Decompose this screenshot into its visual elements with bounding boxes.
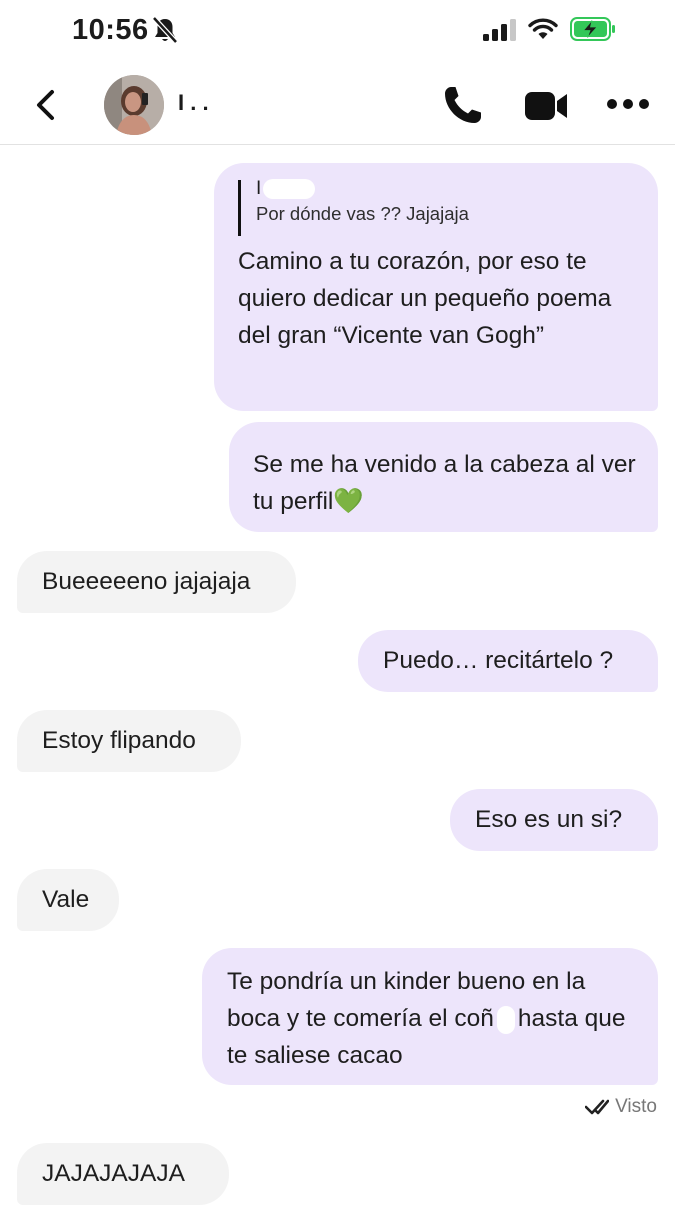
- wifi-icon: [528, 18, 558, 39]
- redaction-mask: [496, 1005, 515, 1034]
- avatar-photo: [104, 75, 164, 135]
- message-text: Camino a tu corazón, por eso te quiero d…: [238, 248, 612, 349]
- reply-author-name: I: [256, 178, 262, 199]
- chat-header: I . .: [0, 62, 675, 145]
- battery-charging-icon: [570, 17, 615, 41]
- cellular-signal-icon: [483, 19, 516, 41]
- reply-quote-bar: [238, 180, 241, 236]
- message-text: Estoy flipando: [42, 727, 196, 754]
- more-options-icon[interactable]: [606, 98, 650, 110]
- message-bubble-outgoing[interactable]: I Por dónde vas ?? Jajajaja Camino a tu …: [214, 163, 658, 411]
- contact-name: I . .: [178, 90, 209, 115]
- message-text: Se me ha venido a la cabeza al ver tu pe…: [253, 451, 636, 515]
- message-bubble-outgoing[interactable]: Te pondría un kinder bueno en la boca y …: [202, 948, 658, 1085]
- reply-author: I: [256, 177, 638, 201]
- bell-muted-icon: [152, 16, 178, 44]
- message-text: Eso es un si?: [475, 806, 623, 833]
- avatar[interactable]: [104, 75, 164, 135]
- message-bubble-outgoing[interactable]: Puedo… recitártelo ?: [358, 630, 658, 692]
- message-bubble-incoming[interactable]: JAJAJAJAJA: [17, 1143, 229, 1205]
- message-bubble-outgoing[interactable]: Se me ha venido a la cabeza al ver tu pe…: [229, 422, 658, 532]
- message-bubble-outgoing[interactable]: Eso es un si?: [450, 789, 658, 851]
- read-receipt-label: Visto: [615, 1096, 657, 1117]
- video-call-icon[interactable]: [524, 90, 568, 122]
- status-time: 10:56: [72, 14, 149, 46]
- message-text: Puedo… recitártelo ?: [383, 647, 614, 674]
- phone-call-icon[interactable]: [442, 84, 484, 126]
- status-bar: 10:56: [0, 0, 675, 62]
- message-bubble-incoming[interactable]: Bueeeeeno jajajaja: [17, 551, 296, 613]
- back-arrow-icon[interactable]: [30, 86, 64, 124]
- read-receipt: Visto: [585, 1096, 657, 1118]
- message-text: Te pondría un kinder bueno en la boca y …: [227, 963, 640, 1074]
- message-bubble-incoming[interactable]: Vale: [17, 869, 119, 931]
- reply-quoted-text: Por dónde vas ?? Jajajaja: [256, 203, 469, 224]
- redaction-mask: [263, 178, 316, 199]
- message-text: Vale: [42, 886, 90, 913]
- message-bubble-incoming[interactable]: Estoy flipando: [17, 710, 241, 772]
- reply-preview[interactable]: I Por dónde vas ?? Jajajaja: [238, 177, 638, 227]
- double-check-icon: [585, 1099, 610, 1115]
- message-text: Bueeeeeno jajajaja: [42, 568, 251, 595]
- message-text: JAJAJAJAJA: [42, 1160, 185, 1187]
